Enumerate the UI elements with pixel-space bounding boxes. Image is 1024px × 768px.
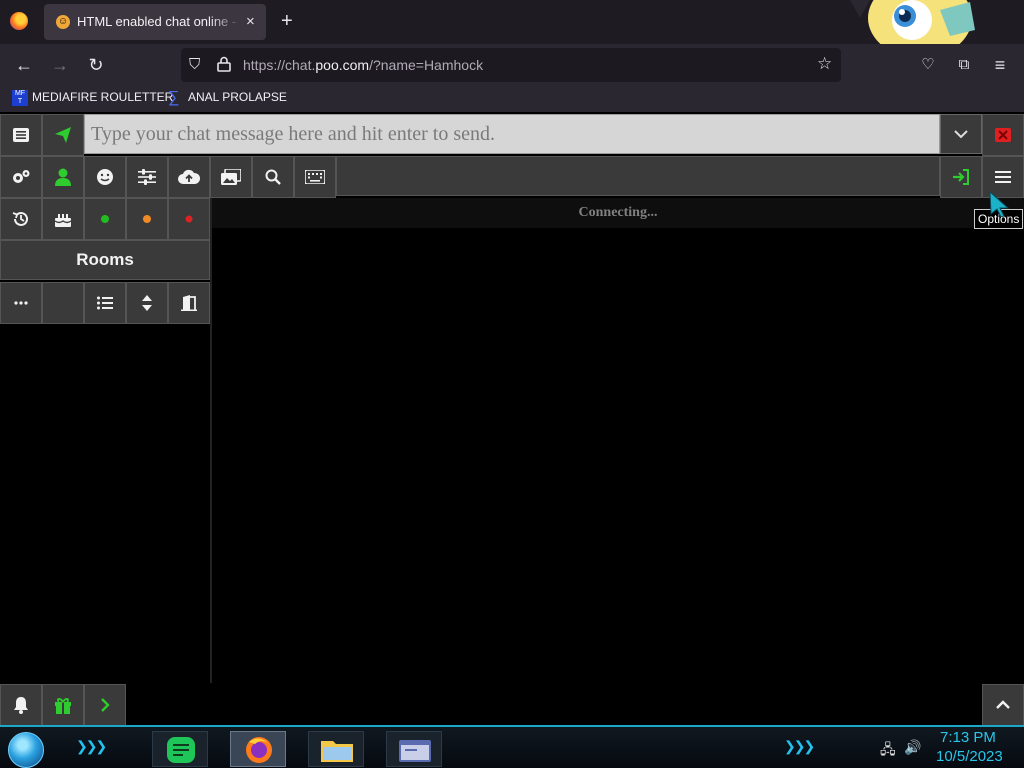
close-tab-button[interactable]: × (246, 13, 255, 30)
address-bar[interactable]: ⛉ https://chat.poo.com/?name=Hamhock ☆ (181, 48, 841, 82)
empty-room-button[interactable] (42, 282, 84, 324)
search-icon[interactable] (252, 156, 294, 198)
reload-icon[interactable]: ↻ (84, 53, 108, 77)
new-tab-button[interactable]: + (281, 9, 293, 33)
bookmark-anal-prolapse[interactable]: ANAL PROLAPSE (188, 90, 287, 104)
send-icon[interactable] (42, 114, 84, 156)
door-exit-icon[interactable] (168, 282, 210, 324)
back-arrow-icon[interactable]: ← (12, 53, 36, 77)
lock-icon[interactable] (217, 56, 231, 75)
mouse-cursor-icon (988, 190, 1010, 218)
forward-arrow-icon[interactable]: → (48, 53, 72, 77)
panel-divider (210, 198, 212, 683)
status-away-dot[interactable] (126, 198, 168, 240)
bookmark-mediafire[interactable]: MEDIAFIRE ROULETTER (32, 90, 173, 104)
browser-menu-icon[interactable]: ≡ (988, 53, 1012, 77)
file-explorer-icon[interactable] (308, 731, 364, 767)
toolbar-spacer (336, 156, 940, 196)
chevron-down-icon[interactable] (940, 114, 982, 154)
url-text[interactable]: https://chat.poo.com/?name=Hamhock (243, 57, 483, 73)
firefox-taskbar-icon[interactable] (230, 731, 286, 767)
history-icon[interactable] (0, 198, 42, 240)
taskbar-decor-chevrons: ❯❯❯ (76, 738, 107, 754)
tab-title: HTML enabled chat online - Fre (77, 14, 242, 29)
shield-icon[interactable]: ⛉ (189, 56, 200, 73)
chevron-right-icon[interactable] (84, 684, 126, 726)
connection-status-bar: Connecting... (212, 198, 1024, 228)
connection-status-text: Connecting... (578, 205, 658, 220)
chat-list-icon[interactable] (0, 114, 42, 156)
chat-message-input[interactable]: Type your chat message here and hit ente… (84, 114, 940, 154)
smiley-icon[interactable] (84, 156, 126, 198)
grinning-face-icon: ☺ (56, 15, 70, 29)
cloud-upload-icon[interactable] (168, 156, 210, 198)
images-icon[interactable] (210, 156, 252, 198)
keyboard-icon[interactable] (294, 156, 336, 198)
clock-date[interactable]: 10/5/2023 (936, 748, 1003, 765)
gift-icon[interactable] (42, 684, 84, 726)
login-icon[interactable] (940, 156, 982, 198)
mediafire-icon: MF T (12, 90, 28, 106)
firefox-menu-icon[interactable] (10, 12, 28, 30)
bell-icon[interactable] (0, 684, 42, 726)
notes-app-icon[interactable] (152, 731, 208, 767)
scroll-top-icon[interactable] (982, 684, 1024, 726)
pocket-icon[interactable]: ♡ (916, 53, 940, 77)
bookmark-star-icon[interactable]: ☆ (817, 54, 832, 74)
close-chat-icon[interactable] (982, 114, 1024, 156)
taskbar: ❯❯❯ ❯❯❯ 🖧 🔊 7:13 PM 10/5/2023 (0, 725, 1024, 768)
window-app-icon[interactable] (386, 731, 442, 767)
taskbar-decor-chevrons-right: ❯❯❯ (784, 738, 815, 754)
status-online-dot[interactable] (84, 198, 126, 240)
network-icon[interactable]: 🖧 (880, 739, 896, 763)
more-dots-icon[interactable] (0, 282, 42, 324)
chat-page: Type your chat message here and hit ente… (0, 113, 1024, 726)
status-busy-dot[interactable] (168, 198, 210, 240)
clock-time[interactable]: 7:13 PM (940, 729, 996, 746)
browser-tab[interactable]: ☺ HTML enabled chat online - Fre × (44, 4, 266, 40)
volume-icon[interactable]: 🔊 (904, 739, 921, 756)
sort-icon[interactable] (126, 282, 168, 324)
list-icon[interactable] (84, 282, 126, 324)
bookmarks-toolbar: MF T MEDIAFIRE ROULETTER ∑ ANAL PROLAPSE (0, 86, 1024, 112)
extensions-icon[interactable]: ⧉ (952, 53, 976, 77)
rooms-header[interactable]: Rooms (0, 240, 210, 280)
start-button-icon[interactable] (8, 732, 44, 768)
user-icon[interactable] (42, 156, 84, 198)
gears-icon[interactable] (0, 156, 42, 198)
browser-tabstrip: ☺ HTML enabled chat online - Fre × + (0, 0, 1024, 58)
birthday-cake-icon[interactable] (42, 198, 84, 240)
sliders-icon[interactable] (126, 156, 168, 198)
sigma-icon: ∑ (168, 89, 180, 106)
